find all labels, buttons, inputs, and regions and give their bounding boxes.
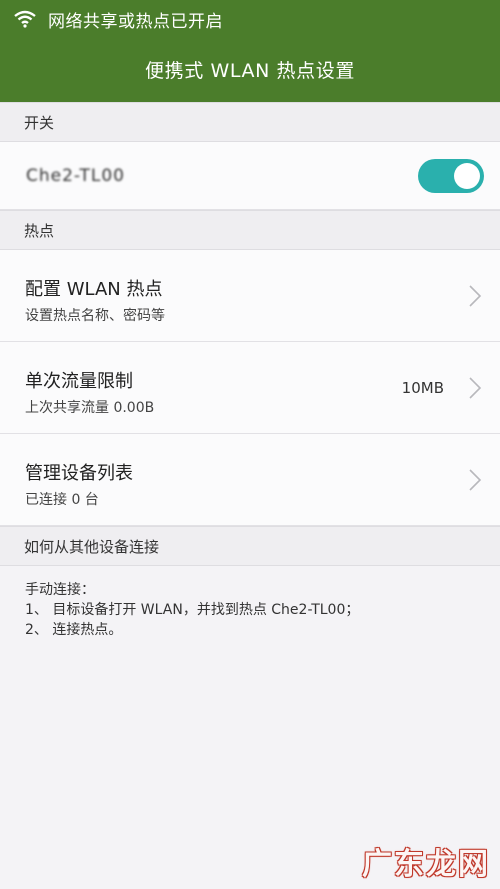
instruction-line: 手动连接： — [25, 582, 95, 598]
device-list-item[interactable]: 管理设备列表 已连接 0 台 — [0, 434, 500, 526]
title-bar: 网络共享或热点已开启 便携式 WLAN 热点设置 — [0, 0, 500, 102]
section-header-hotspot: 热点 — [0, 210, 500, 250]
status-bar: 网络共享或热点已开启 — [14, 6, 223, 32]
chevron-right-icon — [468, 468, 482, 492]
instruction-line: 1、 目标设备打开 WLAN，并找到热点 Che2-TL00； — [25, 602, 360, 618]
item-title: 单次流量限制 — [25, 371, 133, 392]
item-title: 配置 WLAN 热点 — [25, 279, 163, 300]
notification-text: 网络共享或热点已开启 — [48, 11, 223, 32]
section-header-switch: 开关 — [0, 102, 500, 142]
toggle-knob — [454, 163, 480, 189]
chevron-right-icon — [468, 284, 482, 308]
data-limit-value: 10MB — [401, 379, 444, 397]
wifi-hotspot-icon — [14, 10, 36, 28]
page-title: 便携式 WLAN 热点设置 — [145, 60, 355, 82]
item-subtitle: 设置热点名称、密码等 — [25, 308, 165, 324]
hotspot-name-label: Che2-TL00 — [26, 166, 125, 186]
hotspot-toggle[interactable] — [418, 159, 484, 193]
data-limit-item[interactable]: 单次流量限制 上次共享流量 0.00B 10MB — [0, 342, 500, 434]
item-title: 管理设备列表 — [25, 463, 133, 484]
hotspot-switch-row[interactable]: Che2-TL00 — [0, 142, 500, 210]
instruction-line: 2、 连接热点。 — [25, 622, 123, 638]
configure-hotspot-item[interactable]: 配置 WLAN 热点 设置热点名称、密码等 — [0, 250, 500, 342]
section-header-connect: 如何从其他设备连接 — [0, 526, 500, 566]
chevron-right-icon — [468, 376, 482, 400]
item-subtitle: 已连接 0 台 — [25, 492, 99, 508]
watermark-logo: 广东龙网 — [362, 847, 490, 882]
item-subtitle: 上次共享流量 0.00B — [25, 400, 155, 416]
connection-instructions: 手动连接： 1、 目标设备打开 WLAN，并找到热点 Che2-TL00； 2、… — [0, 566, 500, 640]
